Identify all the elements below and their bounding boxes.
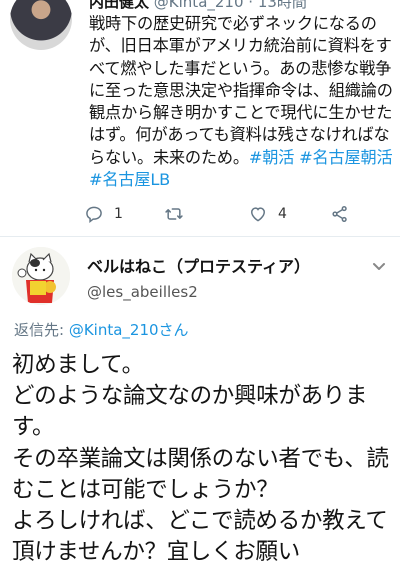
like-count: 4 — [278, 206, 287, 222]
tweet-header: 内田健太 @Kinta_210 · 13時間 — [89, 0, 307, 12]
replying-to-user-link[interactable]: @Kinta_210さん — [69, 321, 189, 339]
reply-count: 1 — [114, 206, 123, 222]
heart-icon — [250, 207, 266, 222]
like-button[interactable]: 4 — [248, 202, 287, 226]
reply-icon — [86, 206, 102, 224]
tweet-divider — [0, 236, 400, 237]
tweet-text: 戦時下の歴史研究で必ずネックになるのが、旧日本軍がアメリカ統治前に資料をすべて燃… — [89, 13, 394, 191]
hashtag-link[interactable]: #朝活 — [249, 148, 295, 167]
share-button[interactable] — [330, 202, 350, 226]
tweet-actions: 1 4 — [84, 202, 374, 226]
tweet-body: 戦時下の歴史研究で必ずネックになるのが、旧日本軍がアメリカ統治前に資料をすべて燃… — [89, 14, 393, 167]
author-name[interactable]: ベルはねこ（プロテスティア） — [87, 253, 310, 277]
cat-avatar-icon — [12, 247, 70, 305]
chevron-down-icon[interactable] — [372, 262, 386, 272]
replying-to: 返信先: @Kinta_210さん — [14, 319, 189, 340]
hashtag-link[interactable]: #名古屋LB — [89, 170, 170, 189]
author-handle: @les_abeilles2 — [87, 283, 198, 301]
tweet-original[interactable]: 内田健太 @Kinta_210 · 13時間 戦時下の歴史研究で必ずネックになる… — [0, 0, 400, 236]
retweet-icon — [165, 208, 183, 220]
retweet-button[interactable] — [164, 202, 184, 226]
author-handle-time: @Kinta_210 · 13時間 — [153, 0, 307, 11]
share-icon — [332, 205, 347, 222]
reply-text: 初めまして。 どのような論文なのか興味がありま す。 その卒業論文は関係のない者… — [12, 352, 389, 566]
avatar[interactable] — [10, 0, 72, 50]
replying-prefix: 返信先: — [14, 321, 69, 339]
reply-button[interactable]: 1 — [84, 202, 123, 226]
avatar[interactable] — [12, 247, 70, 305]
hashtag-link[interactable]: #名古屋朝活 — [299, 148, 393, 167]
author-name[interactable]: 内田健太 — [89, 0, 149, 11]
